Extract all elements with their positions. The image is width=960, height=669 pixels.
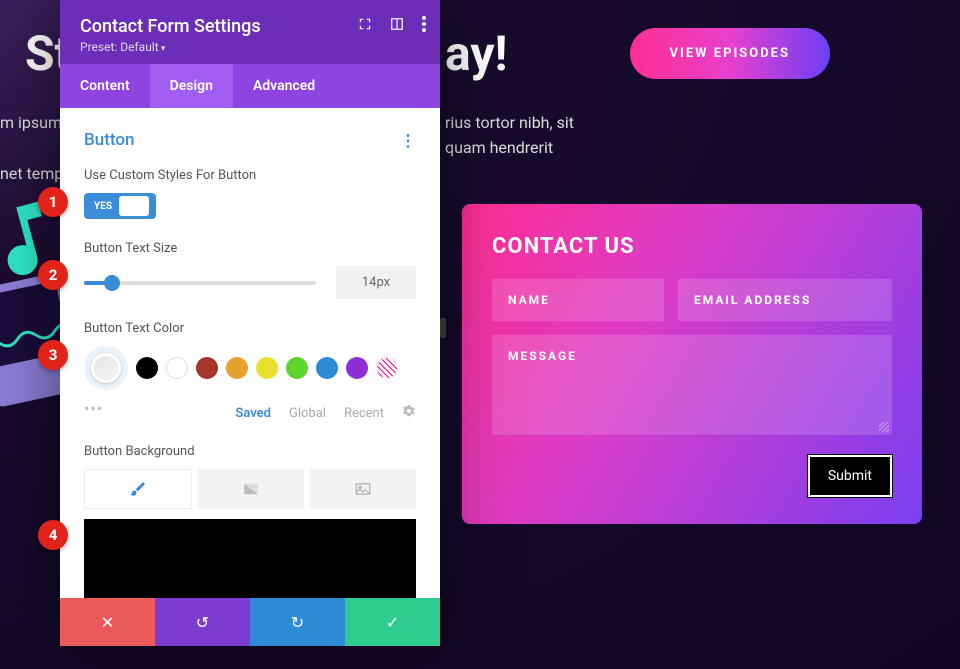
focus-icon[interactable] [358,17,372,31]
text-size-value[interactable]: 14px [336,266,416,299]
check-icon: ✓ [386,613,399,632]
swatch-transparent[interactable] [376,357,398,379]
annotation-2: 2 [38,260,68,290]
undo-button[interactable]: ↺ [155,598,250,646]
text-color-label: Button Text Color [84,321,416,336]
use-custom-toggle[interactable]: YES [84,193,156,219]
palette-tab-recent[interactable]: Recent [344,406,384,421]
swatch-purple[interactable] [346,357,368,379]
hero-paragraph: m ipsum rius tortor nibh, sit net temp q… [0,110,63,186]
modal-body: Button ⋮ Use Custom Styles For Button YE… [60,108,440,598]
section-button-title: Button [84,130,134,150]
preset-dropdown[interactable]: Preset: Default [80,40,420,54]
more-icon[interactable] [422,16,426,32]
swatch-white[interactable] [166,357,188,379]
save-button[interactable]: ✓ [345,598,440,646]
contact-form-card: CONTACT US NAME EMAIL ADDRESS MESSAGE Su… [462,204,922,524]
email-field[interactable]: EMAIL ADDRESS [678,279,892,321]
panel-icon[interactable] [390,17,404,31]
palette-tab-saved[interactable]: Saved [235,406,271,421]
toggle-yes-label: YES [87,201,119,212]
name-field[interactable]: NAME [492,279,664,321]
swatch-darkred[interactable] [196,357,218,379]
bg-type-color[interactable] [84,469,192,509]
modal-tabs: Content Design Advanced [60,64,440,108]
undo-icon: ↺ [196,613,209,632]
redo-button[interactable]: ↻ [250,598,345,646]
scrollbar-thumb[interactable] [440,318,446,338]
submit-button[interactable]: Submit [808,455,892,497]
swatch-black[interactable] [136,357,158,379]
tab-design[interactable]: Design [150,64,233,108]
bg-type-image[interactable] [310,469,416,509]
annotation-4: 4 [38,520,68,550]
cancel-button[interactable]: ✕ [60,598,155,646]
swatch-blue[interactable] [316,357,338,379]
swatch-orange[interactable] [226,357,248,379]
text-size-slider[interactable] [84,281,316,285]
annotation-1: 1 [38,187,68,217]
tab-content[interactable]: Content [60,64,150,108]
swatch-yellow[interactable] [256,357,278,379]
use-custom-label: Use Custom Styles For Button [84,168,416,183]
swatch-custom-active[interactable] [84,346,128,390]
view-episodes-button[interactable]: VIEW EPISODES [630,28,830,79]
tab-advanced[interactable]: Advanced [233,64,335,108]
background-preview[interactable] [84,519,416,598]
background-label: Button Background [84,444,416,459]
contact-title: CONTACT US [492,234,892,259]
annotation-3: 3 [38,340,68,370]
bg-type-gradient[interactable] [198,469,304,509]
palette-tab-global[interactable]: Global [289,406,326,421]
message-field[interactable]: MESSAGE [492,335,892,435]
close-icon: ✕ [101,613,114,632]
swatch-green[interactable] [286,357,308,379]
palette-settings-icon[interactable] [402,404,416,422]
toggle-knob [119,196,149,216]
modal-header: Contact Form Settings Preset: Default [60,0,440,64]
section-menu-icon[interactable]: ⋮ [400,131,416,150]
settings-modal: Contact Form Settings Preset: Default Co… [60,0,440,646]
redo-icon: ↻ [291,613,304,632]
palette-more-icon[interactable]: ••• [84,399,103,418]
modal-footer: ✕ ↺ ↻ ✓ [60,598,440,646]
text-size-label: Button Text Size [84,241,416,256]
